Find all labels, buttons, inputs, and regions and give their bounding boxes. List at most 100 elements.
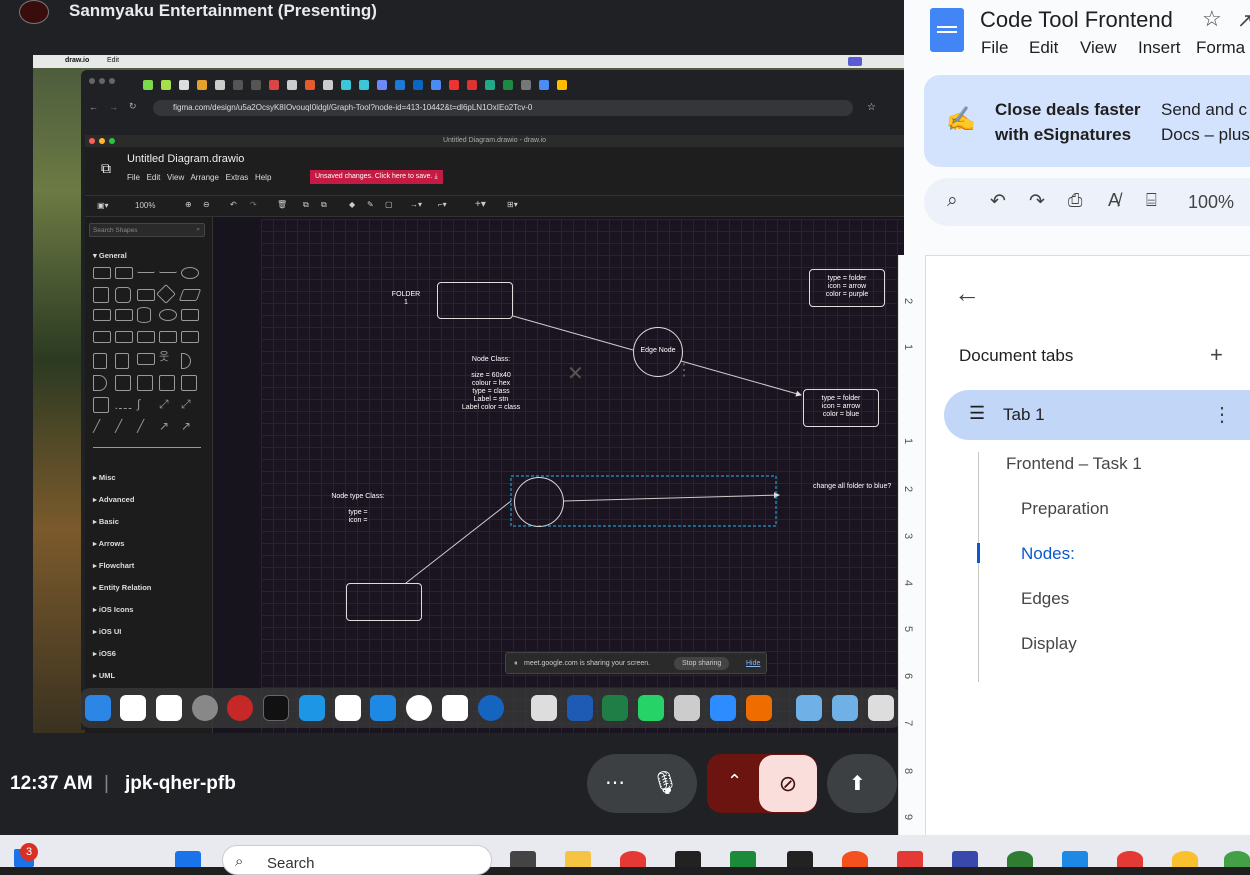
calendar-icon[interactable]	[120, 695, 146, 721]
word-icon[interactable]	[567, 695, 593, 721]
menu-extras[interactable]: Extras	[226, 173, 249, 182]
reload-icon[interactable]: ↻	[129, 101, 137, 112]
finder-icon[interactable]	[85, 695, 111, 721]
add-tab-icon[interactable]: +	[1210, 342, 1223, 368]
heading-nodes[interactable]: Nodes:	[1021, 544, 1075, 564]
spellcheck-icon[interactable]: A̸	[1108, 190, 1120, 211]
section-general[interactable]: ▾ General	[93, 251, 127, 260]
downloads-folder-icon[interactable]	[832, 695, 858, 721]
preview-icon[interactable]	[674, 695, 700, 721]
notes-icon[interactable]	[531, 695, 557, 721]
section-misc[interactable]: ▸ Misc	[93, 473, 116, 482]
drawio-doc-title[interactable]: Untitled Diagram.drawio	[127, 153, 244, 165]
menu-edit[interactable]: Edit	[147, 173, 161, 182]
tab-1-item[interactable]: ☰ Tab 1 ⋮	[944, 390, 1250, 440]
docker-icon[interactable]	[299, 695, 325, 721]
star-icon[interactable]: ☆	[1202, 6, 1222, 32]
folder-node[interactable]	[437, 282, 513, 319]
move-icon[interactable]: ↗	[1237, 8, 1250, 33]
heading-frontend-task-1[interactable]: Frontend – Task 1	[1006, 454, 1142, 474]
terminal-icon[interactable]	[263, 695, 289, 721]
clickup-icon[interactable]	[442, 695, 468, 721]
reminders-icon[interactable]	[156, 695, 182, 721]
zoom-select[interactable]: 100%	[1188, 192, 1234, 213]
chrome-icon[interactable]	[406, 695, 432, 721]
vscode-taskbar-icon[interactable]	[1062, 851, 1088, 867]
chevron-up-icon[interactable]: ⌃	[727, 771, 742, 792]
fill-color-icon[interactable]: ◆	[349, 200, 355, 209]
app-taskbar-icon-3[interactable]	[787, 851, 813, 867]
doc-title[interactable]: Code Tool Frontend	[980, 7, 1173, 33]
docs-menu-insert[interactable]: Insert	[1138, 38, 1181, 58]
heading-edges[interactable]: Edges	[1021, 589, 1069, 609]
heading-display[interactable]: Display	[1021, 634, 1077, 654]
section-uml[interactable]: ▸ UML	[93, 671, 115, 680]
app-taskbar-icon-5[interactable]	[897, 851, 923, 867]
search-menus-icon[interactable]: ⌕	[947, 190, 958, 212]
section-ios6[interactable]: ▸ iOS6	[93, 649, 116, 658]
section-ios-icons[interactable]: ▸ iOS Icons	[93, 605, 133, 614]
menu-view[interactable]: View	[167, 173, 184, 182]
undo-icon[interactable]: ↶	[990, 190, 1006, 213]
task-view-icon[interactable]	[510, 851, 536, 867]
drawio-dock-icon[interactable]	[746, 695, 772, 721]
address-bar[interactable]: figma.com/design/u5a2OcsyK8IOvouqI0idgl/…	[153, 100, 853, 116]
taskbar-search[interactable]: ⌕ Search	[222, 845, 492, 875]
bookmark-star-icon[interactable]: ☆	[867, 102, 876, 113]
to-back-icon[interactable]: ⧉	[321, 200, 327, 210]
docs-menu-view[interactable]: View	[1080, 38, 1117, 58]
shape-search-input[interactable]: Search Shapes ⌕	[89, 223, 205, 237]
app-taskbar-icon-1[interactable]	[675, 851, 701, 867]
slack-icon[interactable]	[335, 695, 361, 721]
docs-menu-format[interactable]: Forma	[1196, 38, 1245, 58]
shadow-icon[interactable]: ▢	[385, 200, 393, 209]
print-icon[interactable]: ⎙	[1068, 190, 1082, 211]
forward-icon[interactable]: →	[109, 102, 118, 112]
back-arrow-icon[interactable]: ←	[954, 278, 980, 309]
zoom-select[interactable]: 100%	[135, 201, 155, 210]
to-front-icon[interactable]: ⧉	[303, 200, 309, 210]
redo-icon[interactable]: ↷	[1029, 190, 1045, 213]
delete-icon[interactable]: 🗑	[277, 200, 287, 209]
menu-help[interactable]: Help	[255, 173, 271, 182]
microphone-button[interactable]: 🎙	[639, 758, 691, 810]
docs-menu-file[interactable]: File	[981, 38, 1008, 58]
window-zoom-button[interactable]	[109, 138, 115, 144]
app-taskbar-icon-2[interactable]	[730, 851, 756, 867]
section-basic[interactable]: ▸ Basic	[93, 517, 119, 526]
settings-icon[interactable]	[192, 695, 218, 721]
app-red-icon[interactable]	[227, 695, 253, 721]
window-minimize-button[interactable]	[99, 138, 105, 144]
start-icon[interactable]	[175, 851, 201, 867]
table-icon[interactable]: ⊞▾	[507, 200, 518, 209]
connection-icon[interactable]: →▾	[410, 200, 422, 209]
tab-more-icon[interactable]: ⋮	[1212, 402, 1232, 427]
format-panel-icon[interactable]: ▣▾	[97, 201, 109, 210]
excel-icon[interactable]	[602, 695, 628, 721]
line-color-icon[interactable]: ✎	[367, 200, 374, 209]
section-ios-ui[interactable]: ▸ iOS UI	[93, 627, 121, 636]
more-options-button[interactable]: ⋯	[605, 770, 625, 795]
question-text[interactable]: change all folder to blue?	[813, 483, 903, 491]
present-screen-button[interactable]: ⬆	[827, 754, 897, 813]
zoom-in-icon[interactable]: ⊕	[185, 200, 192, 209]
file-explorer-icon[interactable]	[565, 851, 591, 867]
chrome-profile-icon-1[interactable]	[1117, 851, 1143, 867]
app-taskbar-icon-6[interactable]	[952, 851, 978, 867]
tab-favicons[interactable]	[139, 77, 571, 95]
chrome-taskbar-icon[interactable]	[620, 851, 646, 867]
node-type-class-text[interactable]: Node type Class: type = icon =	[323, 493, 393, 525]
section-flowchart[interactable]: ▸ Flowchart	[93, 561, 134, 570]
waypoints-icon[interactable]: ⌐▾	[438, 200, 447, 209]
vscode-icon[interactable]	[370, 695, 396, 721]
zoom-out-icon[interactable]: ⊖	[203, 200, 210, 209]
esignature-banner[interactable]: ✍ Close deals faster with eSignatures Se…	[924, 75, 1250, 167]
app-taskbar-icon-7[interactable]	[1007, 851, 1033, 867]
section-entity-relation[interactable]: ▸ Entity Relation	[93, 583, 151, 592]
hide-link[interactable]: Hide	[746, 660, 760, 667]
docs-menu-edit[interactable]: Edit	[1029, 38, 1058, 58]
app-blue-icon[interactable]	[478, 695, 504, 721]
window-close-button[interactable]	[89, 138, 95, 144]
unsaved-changes-button[interactable]: Unsaved changes. Click here to save. ⤓	[310, 170, 443, 184]
general-shapes-grid[interactable]: 웃 ∫ ⤢ ⤢ ╱ ╱ ╱ ↗ ↗	[93, 267, 205, 455]
